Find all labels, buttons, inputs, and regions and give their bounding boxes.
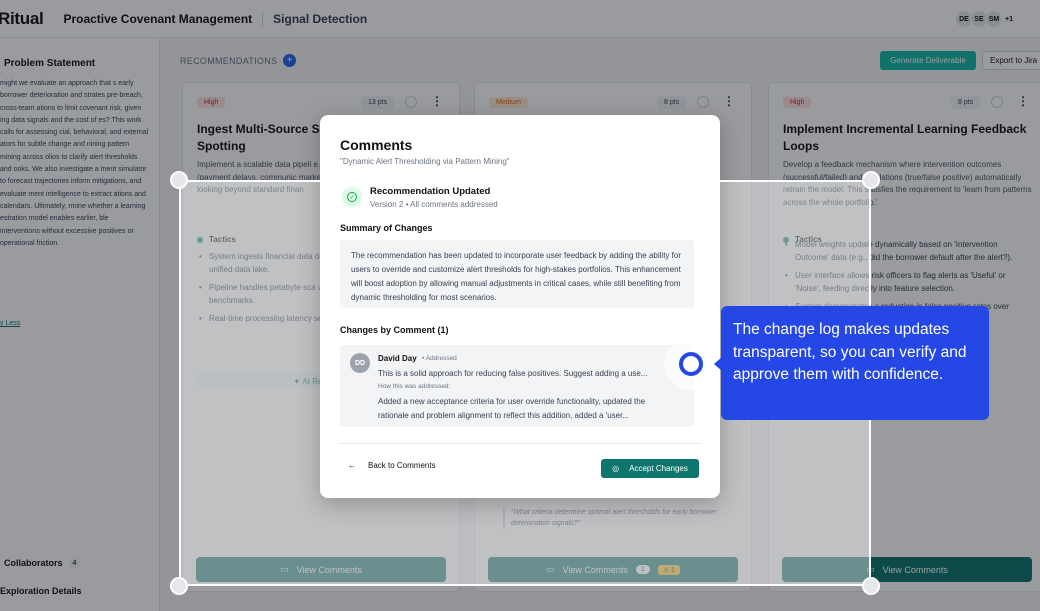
comment-text: This is a solid approach for reducing fa… [378,369,648,378]
arrow-left-icon: ← [348,461,356,470]
summary-heading: Summary of Changes [340,223,433,233]
accept-changes-button[interactable]: ◎ Accept Changes [601,459,699,478]
modal-title: Comments [340,137,413,153]
resize-handle[interactable] [170,171,188,189]
comments-modal: Comments "Dynamic Alert Thresholding via… [320,115,720,498]
tour-tooltip: The change log makes updates transparent… [721,306,989,420]
addressed-text: Added a new acceptance criteria for user… [378,397,646,420]
changes-heading: Changes by Comment (1) [340,325,449,335]
resize-handle[interactable] [862,171,880,189]
avatar: DD [350,353,370,373]
tour-hotspot[interactable] [664,337,717,390]
resize-handle[interactable] [862,577,880,595]
resize-handle[interactable] [170,577,188,595]
status-title: Recommendation Updated [370,186,491,197]
how-addressed-label: How this was addressed: [378,383,451,390]
comment-author: David Day [378,354,417,363]
check-circle-icon: ◎ [612,464,620,473]
status-subtitle: Version 2 • All comments addressed [370,200,498,209]
comment-status: • Addressed [422,355,457,362]
check-circle-icon: ✓ [342,187,362,207]
modal-subtitle: "Dynamic Alert Thresholding via Pattern … [340,157,510,166]
divider [340,443,700,444]
hotspot-ring-icon [678,351,703,376]
comment-card: DD David Day • Addressed This is a solid… [340,345,694,427]
summary-text: The recommendation has been updated to i… [340,240,694,308]
back-to-comments-button[interactable]: ← Back to Comments [348,461,436,470]
